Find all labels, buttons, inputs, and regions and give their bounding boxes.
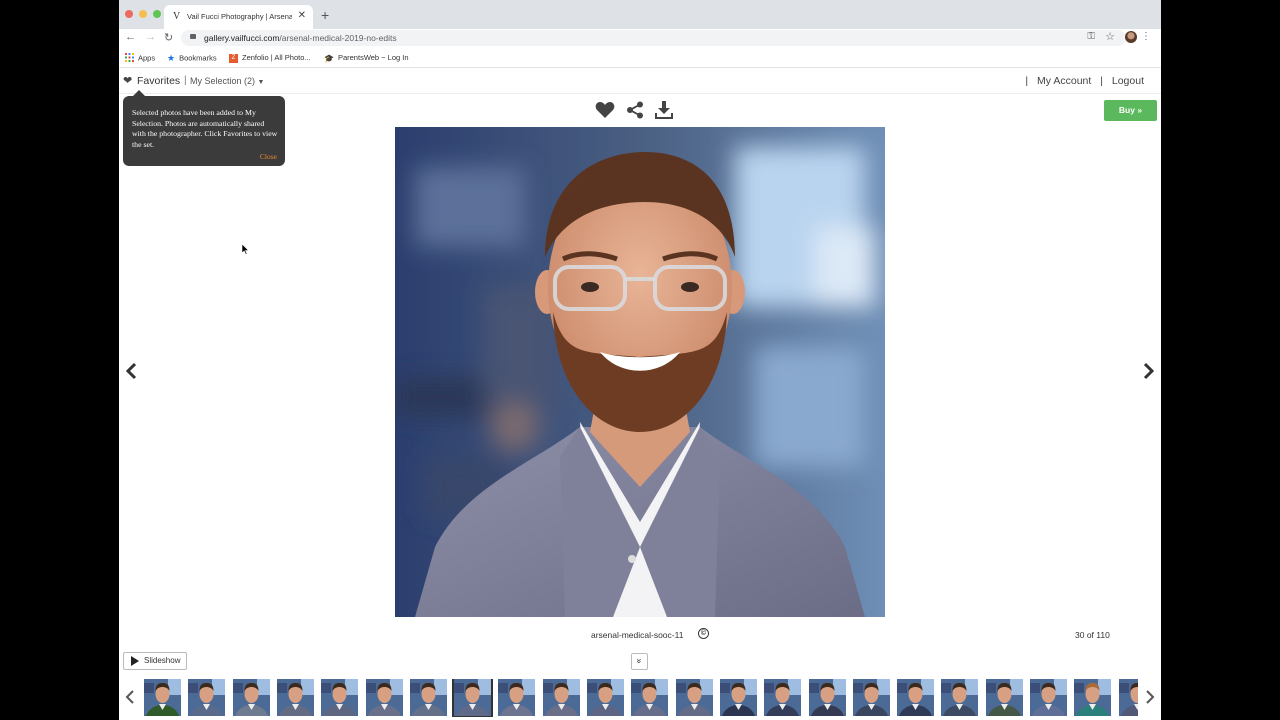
lock-icon	[190, 34, 196, 39]
favicon-icon: V	[173, 11, 181, 22]
filmstrip-thumbnail[interactable]	[764, 679, 801, 716]
tooltip-text: Selected photos have been added to My Se…	[132, 108, 278, 149]
photo-caption: arsenal-medical-sooc-11	[591, 630, 684, 640]
gallery-header: ❤ Favorites | My Selection (2) ▼ | My Ac…	[119, 69, 1161, 94]
window-controls	[125, 10, 161, 18]
filmstrip-thumbnail[interactable]	[676, 679, 713, 716]
reload-icon[interactable]: ↻	[164, 31, 173, 44]
filmstrip-thumbnail[interactable]	[986, 679, 1023, 716]
filmstrip-next-arrow-icon[interactable]	[1145, 689, 1155, 710]
bookmark-label: Bookmarks	[179, 53, 217, 63]
back-arrow-icon[interactable]: ←	[125, 31, 136, 43]
heart-icon[interactable]	[595, 101, 615, 124]
filmstrip-prev-arrow-icon[interactable]	[125, 689, 135, 710]
close-window-button[interactable]	[125, 10, 133, 18]
filmstrip-thumbnail[interactable]	[410, 679, 447, 716]
filmstrip-thumbnail[interactable]	[587, 679, 624, 716]
filmstrip-thumbnail[interactable]	[1030, 679, 1067, 716]
account-links: | My Account | Logout	[1022, 75, 1147, 87]
url-host: gallery.vailfucci.com	[204, 33, 280, 43]
browser-tab[interactable]: V Vail Fucci Photography | Arsenal Medic…	[164, 5, 313, 29]
filmstrip-thumbnail[interactable]	[897, 679, 934, 716]
filmstrip-thumbnail[interactable]	[1074, 679, 1111, 716]
maximize-window-button[interactable]	[153, 10, 161, 18]
filmstrip-thumbnail[interactable]	[631, 679, 668, 716]
address-bar[interactable]: gallery.vailfucci.com/arsenal-medical-20…	[181, 30, 1126, 46]
browser-window: V Vail Fucci Photography | Arsenal Medic…	[119, 0, 1161, 720]
filmstrip-thumbnail[interactable]	[809, 679, 846, 716]
tooltip-arrow	[133, 90, 145, 96]
filmstrip-thumbnail[interactable]	[543, 679, 580, 716]
tab-close-icon[interactable]: ✕	[298, 10, 306, 21]
separator: |	[1025, 75, 1029, 87]
filmstrip-thumbnail[interactable]	[853, 679, 890, 716]
main-photo[interactable]	[395, 127, 885, 617]
menu-kebab-icon[interactable]: ⋮	[1141, 31, 1151, 42]
apps-grid-icon	[125, 53, 134, 64]
previous-photo-arrow-icon[interactable]	[125, 362, 137, 385]
my-selection-label: My Selection (2)	[190, 76, 256, 86]
tab-strip: V Vail Fucci Photography | Arsenal Medic…	[119, 0, 1161, 29]
share-icon[interactable]	[626, 101, 644, 124]
filmstrip-thumbnail[interactable]	[188, 679, 225, 716]
caret-down-icon: ▼	[257, 79, 265, 86]
photo-counter: 30 of 110	[1075, 630, 1110, 640]
url-path: /arsenal-medical-2019-no-edits	[279, 33, 397, 43]
filmstrip-thumbnail[interactable]	[720, 679, 757, 716]
bookmark-star-icon[interactable]: ☆	[1105, 30, 1115, 43]
selection-tooltip: Selected photos have been added to My Se…	[123, 90, 285, 166]
new-tab-button[interactable]: +	[321, 7, 329, 23]
browser-toolbar: ← → ↻ gallery.vailfucci.com/arsenal-medi…	[119, 29, 1161, 47]
separator: |	[184, 75, 187, 86]
filmstrip-thumbnail[interactable]	[1119, 679, 1138, 716]
filmstrip-thumbnail[interactable]	[366, 679, 403, 716]
heart-icon[interactable]: ❤	[123, 74, 132, 87]
tab-title: Vail Fucci Photography | Arsenal Medical	[187, 12, 292, 21]
forward-arrow-icon[interactable]: →	[145, 31, 156, 43]
bookmark-apps[interactable]: Apps	[125, 53, 155, 64]
filmstrip-thumbnail[interactable]	[233, 679, 270, 716]
bookmarks-bar: Apps ★ Bookmarks Z Zenfolio | All Photo...…	[119, 48, 1161, 68]
photo-actions	[595, 101, 673, 124]
key-icon[interactable]: ⚿	[1087, 31, 1095, 42]
my-account-link[interactable]: My Account	[1037, 75, 1091, 87]
thumbnail-filmstrip	[144, 679, 1138, 717]
copyright-icon[interactable]: ©	[698, 628, 709, 639]
bookmark-parentsweb[interactable]: 🎓 ParentsWeb ~ Log In	[324, 53, 409, 63]
double-chevron-down-icon: »	[634, 658, 645, 664]
play-icon	[131, 656, 139, 666]
next-photo-arrow-icon[interactable]	[1143, 362, 1155, 385]
slideshow-label: Slideshow	[144, 656, 181, 665]
filmstrip-thumbnail[interactable]	[144, 679, 181, 716]
buy-button[interactable]: Buy »	[1104, 100, 1157, 121]
collapse-filmstrip-button[interactable]: »	[631, 653, 648, 670]
favorites-link[interactable]: Favorites	[137, 75, 180, 87]
bookmark-zenfolio[interactable]: Z Zenfolio | All Photo...	[229, 53, 311, 63]
url-text[interactable]: gallery.vailfucci.com/arsenal-medical-20…	[204, 33, 397, 43]
filmstrip-thumbnail[interactable]	[321, 679, 358, 716]
profile-avatar[interactable]	[1125, 31, 1137, 43]
tooltip-close-link[interactable]: Close	[260, 152, 277, 161]
logout-link[interactable]: Logout	[1112, 75, 1144, 87]
cap-icon: 🎓	[324, 53, 334, 63]
filmstrip-thumbnail[interactable]	[452, 679, 493, 717]
download-icon[interactable]	[655, 101, 673, 124]
mouse-cursor	[241, 242, 250, 260]
filmstrip-thumbnail[interactable]	[277, 679, 314, 716]
bookmark-label: Zenfolio | All Photo...	[242, 53, 311, 62]
slideshow-button[interactable]: Slideshow	[123, 652, 187, 670]
minimize-window-button[interactable]	[139, 10, 147, 18]
bookmark-label: Apps	[138, 53, 156, 63]
bookmark-bookmarks[interactable]: ★ Bookmarks	[167, 53, 217, 64]
my-selection-dropdown[interactable]: My Selection (2) ▼	[190, 76, 264, 86]
star-icon: ★	[167, 53, 176, 63]
separator: |	[1100, 75, 1103, 87]
filmstrip-thumbnail[interactable]	[498, 679, 535, 716]
filmstrip-thumbnail[interactable]	[941, 679, 978, 716]
zenfolio-icon: Z	[229, 53, 238, 63]
bookmark-label: ParentsWeb ~ Log In	[337, 53, 409, 62]
